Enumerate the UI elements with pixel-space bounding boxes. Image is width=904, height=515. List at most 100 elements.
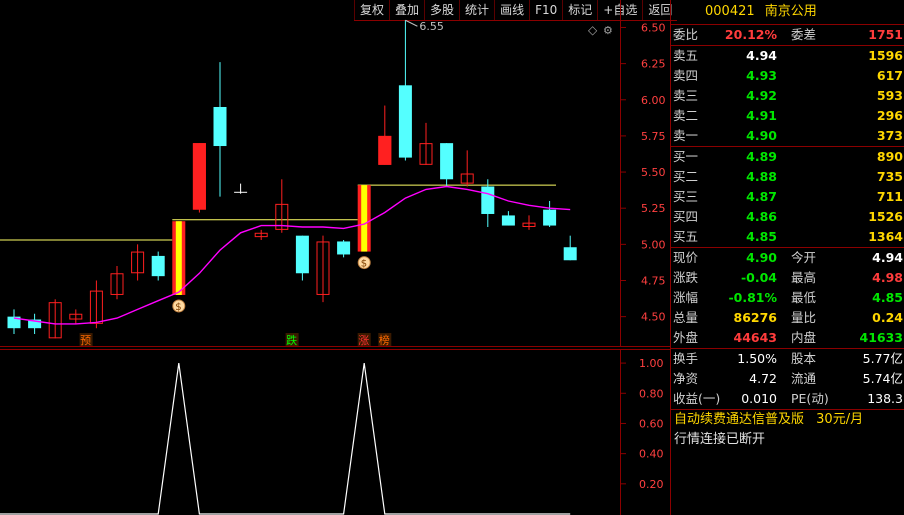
signal-label: 榜 [379,333,390,347]
price-tick-label: 4.75 [641,274,666,287]
indicator-tick-label: 0.80 [639,387,664,400]
quote-row: 总量 86276 量比 0.24 [673,310,903,325]
candle-body [213,106,227,147]
fundamental-row: 换手 1.50% 股本 5.77亿 [673,351,903,366]
candle-body [398,85,412,158]
candle[interactable] [213,62,227,197]
candle[interactable] [316,235,330,303]
candle[interactable] [48,299,62,339]
price-tick-label: 6.25 [641,58,666,71]
candle[interactable] [275,179,289,233]
ask-row[interactable]: 卖二 4.91 296 [671,106,904,126]
price: 4.94 [746,48,777,63]
peak-price-label: 6.55 [419,20,444,33]
indicator-line [0,363,571,515]
candle[interactable] [151,251,165,281]
candle[interactable] [131,244,145,281]
signal-label: 涨 [358,334,369,347]
indicator-tick-label: 0.60 [639,417,664,430]
signal-label: 预 [80,334,91,347]
volume: 593 [876,88,903,103]
candle[interactable] [110,266,124,300]
candle[interactable] [460,150,474,187]
candle[interactable] [543,200,557,227]
candle[interactable] [440,143,454,187]
bid-row[interactable]: 买二 4.88 735 [671,167,904,187]
candle[interactable] [295,235,309,281]
candle[interactable] [7,309,21,334]
price: 4.85 [746,229,777,244]
candle[interactable] [563,235,577,261]
order-ratio-row: 委比 20.12% 委差 1751 [671,25,904,45]
price-tick-label: 4.50 [641,311,666,324]
candle-body [295,235,309,274]
ask-row[interactable]: 卖五 4.94 1596 [671,46,904,66]
candle[interactable] [69,309,83,324]
candle[interactable] [337,240,351,258]
ask-row[interactable]: 卖三 4.92 593 [671,86,904,106]
bid-row[interactable]: 买一 4.89 890 [671,147,904,167]
candle[interactable] [28,313,42,334]
connection-status: 行情连接已断开 [674,432,766,447]
limit-up-marker [361,185,368,252]
money-bag-glyph: $ [175,302,181,313]
stock-header: 000421 南京公用 [671,0,904,25]
volume: 373 [876,128,903,143]
kline-chart[interactable]: 6.506.256.005.755.505.255.004.754.50 $$ … [0,0,670,347]
candle-body-solid [378,135,392,165]
candle[interactable]: $ [172,221,186,313]
fundamental-row: 净资 4.72 流通 5.74亿 [673,371,903,386]
fundamental-row: 收益(一) 0.010 PE(动) 138.3 [673,391,903,406]
indicator-chart[interactable]: 1.00 0.80 0.60 0.40 0.20 [0,349,670,515]
peak-pointer [405,19,418,27]
stock-name: 南京公用 [764,4,817,19]
ask-row[interactable]: 卖四 4.93 617 [671,66,904,86]
quote-panel: 000421 南京公用 委比 20.12% 委差 1751 卖五 4.94 1596… [670,0,904,515]
candle[interactable] [234,183,248,194]
candle[interactable] [522,215,536,230]
bid-row[interactable]: 买四 4.86 1526 [671,207,904,227]
promo-banner[interactable]: 自动续费通达信普及版 30元/月 [671,409,904,430]
stock-code: 000421 [705,4,755,19]
candle[interactable] [481,179,495,227]
candle[interactable] [419,122,433,165]
volume: 711 [876,189,903,204]
candle[interactable]: $ [357,185,371,270]
ask-row[interactable]: 卖一 4.90 373 [671,126,904,146]
diamond-icon[interactable]: ◇ [588,23,598,37]
indicator-tick-label: 1.00 [639,357,664,370]
order-diff: 1751 [868,27,903,42]
price-tick-label: 5.75 [641,130,666,143]
fundamentals: 换手 1.50% 股本 5.77亿 净资 4.72 流通 5.74亿 收益(一) 0.010 PE(… [671,348,904,409]
price-tick-label: 5.25 [641,202,666,215]
candle-body-solid [192,143,206,210]
settings-icon[interactable]: ⚙ [603,24,613,37]
price: 4.93 [746,68,777,83]
candle[interactable] [254,229,268,241]
candle-body [563,247,577,261]
candle[interactable] [501,211,515,226]
price: 4.89 [746,149,777,164]
price: 4.91 [746,108,777,123]
quote-row: 外盘 44643 内盘 41633 [673,330,903,345]
candle-body [481,186,495,214]
volume: 1526 [868,209,903,224]
candle-body [501,215,515,226]
candle-body [151,255,165,277]
price-tick-label: 5.00 [641,238,666,251]
price-tick-label: 5.50 [641,166,666,179]
volume: 617 [876,68,903,83]
price: 4.92 [746,88,777,103]
quote-stats: 现价 4.90 今开 4.94 涨跌 -0.04 最高 4.98 涨幅 -0.81% 最低 4.85 总… [671,247,904,348]
price: 4.87 [746,189,777,204]
bid-row[interactable]: 买五 4.85 1364 [671,227,904,247]
candle[interactable] [398,20,412,161]
quote-row: 涨跌 -0.04 最高 4.98 [673,270,903,285]
order-ratio: 20.12% [724,27,777,42]
bid-row[interactable]: 买三 4.87 711 [671,187,904,207]
volume: 296 [876,108,903,123]
volume: 1596 [868,48,903,63]
quote-row: 现价 4.90 今开 4.94 [673,250,903,265]
volume: 890 [876,149,903,164]
price: 4.86 [746,209,777,224]
